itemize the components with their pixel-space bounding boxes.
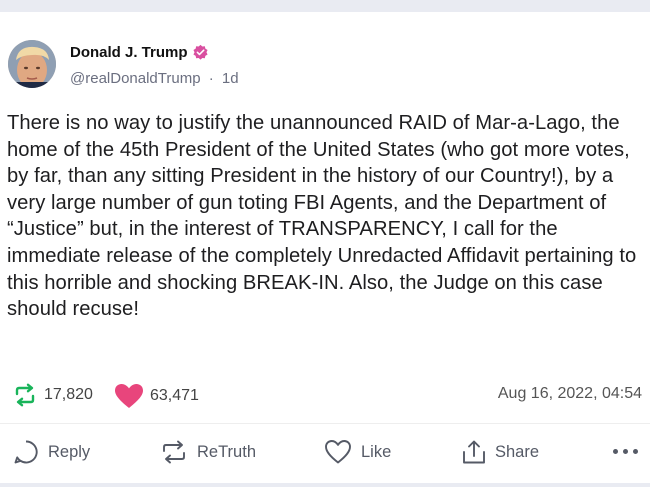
divider xyxy=(0,423,650,424)
more-icon xyxy=(613,449,618,454)
retruth-count-value: 17,820 xyxy=(44,386,93,403)
top-frame xyxy=(0,0,650,12)
more-icon xyxy=(623,449,628,454)
author-handle-row: @realDonaldTrump · 1d xyxy=(70,70,239,87)
retruth-label: ReTruth xyxy=(197,442,256,461)
post-text: There is no way to justify the unannounc… xyxy=(7,112,637,321)
like-count-value: 63,471 xyxy=(150,387,199,404)
share-button[interactable]: Share xyxy=(462,439,539,465)
post-stats: 17,820 63,471 Aug 16, 2022, 04:54 xyxy=(0,379,650,409)
reply-icon xyxy=(14,440,38,464)
action-bar: Reply ReTruth Like Share xyxy=(0,437,650,473)
truth-post: Donald J. Trump @realDonaldTrump · 1d Th… xyxy=(0,12,650,483)
more-button[interactable] xyxy=(613,449,638,454)
like-count[interactable]: 63,471 xyxy=(114,383,199,409)
handle-separator: · xyxy=(208,70,214,87)
like-button[interactable]: Like xyxy=(324,439,391,465)
heart-icon xyxy=(115,384,143,408)
share-icon xyxy=(463,440,485,464)
author-row: Donald J. Trump xyxy=(70,44,209,61)
retruth-icon xyxy=(15,383,35,407)
retruth-icon xyxy=(163,440,185,464)
verified-badge-icon xyxy=(192,44,208,60)
retruth-button[interactable]: ReTruth xyxy=(160,439,256,465)
post-age: 1d xyxy=(221,70,239,87)
share-label: Share xyxy=(495,442,540,461)
author-handle[interactable]: @realDonaldTrump xyxy=(70,70,201,87)
bottom-frame xyxy=(0,483,650,487)
post-timestamp[interactable]: Aug 16, 2022, 04:54 xyxy=(498,385,642,403)
reply-button[interactable]: Reply xyxy=(13,439,90,465)
like-label: Like xyxy=(361,442,392,461)
retruth-count[interactable]: 17,820 xyxy=(12,383,93,407)
more-icon xyxy=(633,449,638,454)
author-name[interactable]: Donald J. Trump xyxy=(70,44,188,61)
reply-label: Reply xyxy=(48,442,91,461)
heart-outline-icon xyxy=(325,440,351,464)
avatar[interactable] xyxy=(8,40,56,88)
